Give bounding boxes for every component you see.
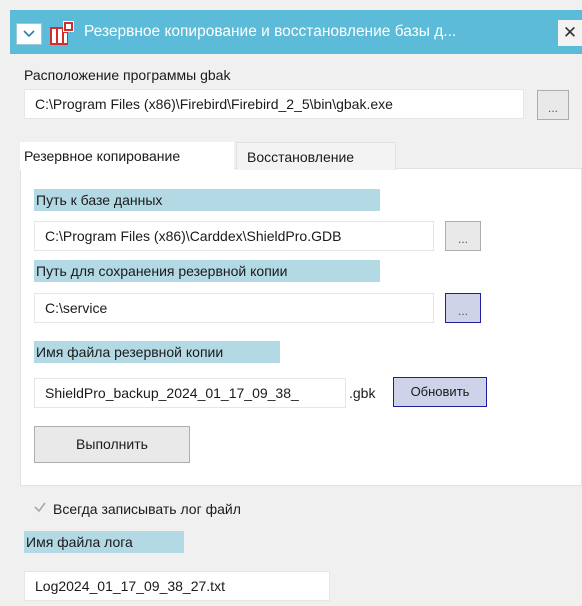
close-button[interactable]: ✕ bbox=[558, 20, 582, 46]
close-icon: ✕ bbox=[562, 23, 578, 42]
chevron-down-icon bbox=[23, 30, 35, 38]
log-file-name-label: Имя файла лога bbox=[24, 531, 184, 553]
gbak-browse-button[interactable]: ... bbox=[537, 90, 569, 120]
gbak-path-field[interactable]: C:\Program Files (x86)\Firebird\Firebird… bbox=[24, 89, 524, 119]
save-path-field[interactable]: C:\service bbox=[34, 293, 434, 323]
always-write-log-checkbox[interactable] bbox=[33, 500, 47, 514]
db-path-field[interactable]: C:\Program Files (x86)\Carddex\ShieldPro… bbox=[34, 221, 434, 251]
backup-file-name-field[interactable]: ShieldPro_backup_2024_01_17_09_38_ bbox=[34, 378, 346, 408]
database-app-icon bbox=[50, 21, 74, 45]
run-button[interactable]: Выполнить bbox=[34, 426, 190, 463]
tab-backup[interactable]: Резервное копирование bbox=[20, 142, 234, 170]
always-write-log-label: Всегда записывать лог файл bbox=[53, 501, 241, 517]
db-path-label: Путь к базе данных bbox=[34, 189, 380, 211]
window-title: Резервное копирование и восстановление б… bbox=[84, 23, 457, 40]
save-path-browse-button[interactable]: ... bbox=[445, 293, 481, 323]
backup-file-name-label: Имя файла резервной копии bbox=[34, 341, 280, 363]
save-path-label: Путь для сохранения резервной копии bbox=[34, 260, 380, 282]
refresh-button[interactable]: Обновить bbox=[393, 377, 487, 407]
backup-restore-window: Резервное копирование и восстановление б… bbox=[0, 0, 582, 606]
db-path-browse-button[interactable]: ... bbox=[445, 221, 481, 251]
backup-file-extension: .gbk bbox=[349, 385, 376, 401]
log-file-name-field[interactable]: Log2024_01_17_09_38_27.txt bbox=[24, 571, 330, 601]
gbak-location-label: Расположение программы gbak bbox=[24, 67, 231, 83]
window-menu-button[interactable] bbox=[16, 23, 42, 45]
tab-restore[interactable]: Восстановление bbox=[236, 142, 396, 170]
